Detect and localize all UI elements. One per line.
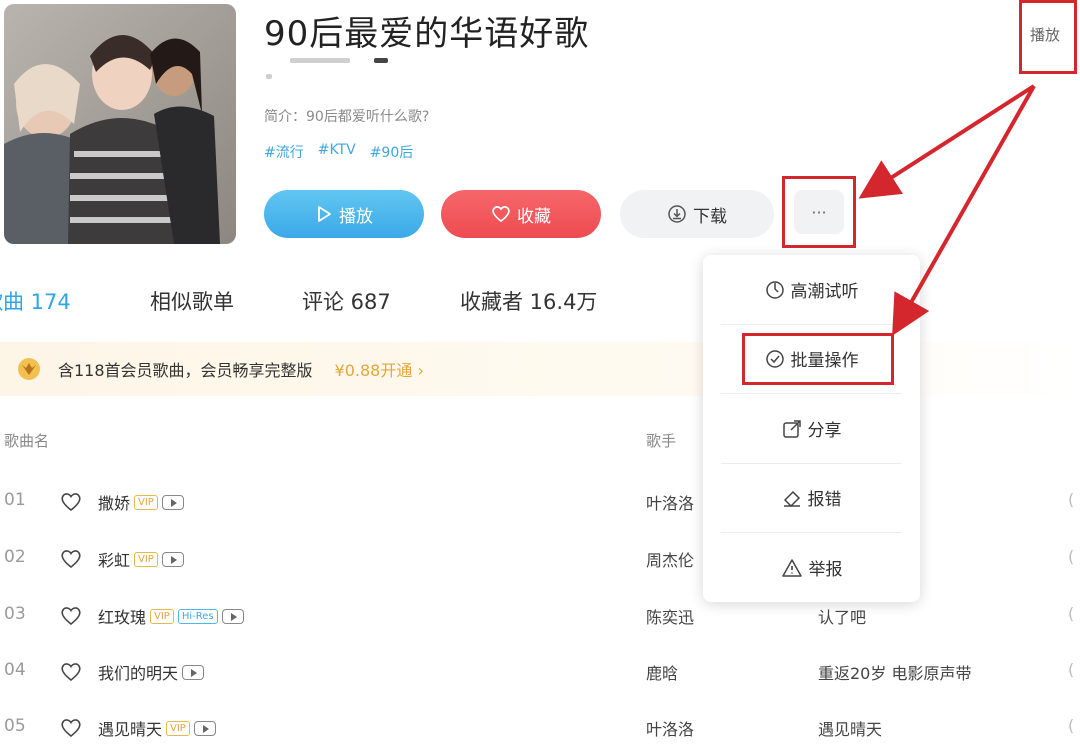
table-row[interactable]: 05 遇见晴天 VIP 叶洛洛 遇见晴天 (	[0, 700, 1080, 753]
song-name-cell: 彩虹 VIP	[98, 547, 184, 571]
vip-badge: VIP	[166, 720, 190, 736]
heart-icon	[492, 206, 510, 223]
vip-badge: VIP	[134, 494, 158, 510]
column-song-name[interactable]: 歌曲名	[4, 430, 49, 451]
artist-name[interactable]: 周杰伦	[646, 547, 694, 571]
vip-crown-icon	[18, 358, 40, 380]
song-name-cell: 红玫瑰 VIP Hi-Res	[98, 604, 244, 628]
mv-icon[interactable]	[221, 608, 244, 624]
heart-outline-icon[interactable]	[60, 718, 82, 738]
mv-icon[interactable]	[193, 720, 216, 736]
menu-item-report-error[interactable]: 报错	[703, 463, 920, 532]
tag[interactable]: #90后	[370, 142, 414, 162]
tag[interactable]: #流行	[264, 142, 304, 162]
collect-button[interactable]: 收藏	[441, 190, 601, 238]
annotation-box	[782, 176, 856, 248]
tab-comments[interactable]: 评论 687	[302, 286, 391, 316]
row-number: 02	[4, 547, 26, 567]
song-name-cell: 我们的明天	[98, 660, 205, 684]
download-label: 下载	[693, 206, 727, 227]
tab-collectors[interactable]: 收藏者 16.4万	[460, 286, 597, 316]
song-name[interactable]: 遇见晴天	[98, 716, 162, 740]
collect-label: 收藏	[517, 206, 551, 227]
menu-item-label: 报错	[807, 490, 842, 510]
mv-icon[interactable]	[161, 551, 184, 567]
vip-badge: VIP	[134, 551, 158, 567]
song-name[interactable]: 彩虹	[98, 547, 130, 571]
tab-similar[interactable]: 相似歌单	[150, 286, 234, 316]
table-row[interactable]: 04 我们的明天 鹿晗 重返20岁 电影原声带 (	[0, 644, 1080, 700]
song-name[interactable]: 我们的明天	[98, 660, 178, 684]
mv-icon[interactable]	[182, 664, 205, 680]
menu-item-label: 举报	[808, 560, 843, 580]
artist-name[interactable]: 叶洛洛	[646, 490, 694, 514]
song-name-cell: 遇见晴天 VIP	[98, 716, 216, 740]
row-number: 01	[4, 490, 26, 510]
download-icon	[668, 205, 686, 223]
row-number: 03	[4, 604, 26, 624]
mv-icon[interactable]	[161, 494, 184, 510]
hires-badge: Hi-Res	[177, 608, 218, 624]
menu-item-share[interactable]: 分享	[703, 394, 920, 463]
blurred-text	[290, 58, 350, 63]
song-name[interactable]: 红玫瑰	[98, 604, 146, 628]
playlist-tags: #流行 #KTV #90后	[264, 142, 413, 162]
eraser-icon	[783, 490, 800, 507]
annotation-box	[742, 333, 894, 385]
menu-item-label: 分享	[807, 421, 842, 441]
row-number: 05	[4, 716, 26, 736]
album-name[interactable]: 认了吧	[818, 604, 866, 628]
playlist-cover[interactable]	[4, 4, 236, 244]
playlist-intro: 简介：90后都爱听什么歌?	[264, 109, 430, 125]
album-name[interactable]: 遇见晴天	[818, 716, 882, 740]
share-icon	[782, 419, 801, 438]
tab-songs[interactable]: 歌曲 174	[0, 286, 71, 316]
row-edge-mark: (	[1068, 547, 1075, 566]
warning-icon	[781, 558, 802, 577]
more-menu: 高潮试听 批量操作 分享 报错 举报	[703, 255, 920, 602]
blurred-text	[374, 58, 388, 63]
annotation-box	[1019, 0, 1077, 74]
menu-item-report[interactable]: 举报	[703, 533, 920, 602]
row-edge-mark: (	[1068, 490, 1075, 509]
song-name[interactable]: 撒娇	[98, 490, 130, 514]
playlist-title: 90后最爱的华语好歌	[264, 14, 590, 54]
artist-name[interactable]: 鹿晗	[646, 660, 678, 684]
vip-banner-text: 含118首会员歌曲，会员畅享完整版	[58, 361, 313, 380]
artist-name[interactable]: 叶洛洛	[646, 716, 694, 740]
artist-name[interactable]: 陈奕迅	[646, 604, 694, 628]
column-artist[interactable]: 歌手	[646, 430, 676, 451]
play-button[interactable]: 播放	[264, 190, 424, 238]
vip-open-link[interactable]: ¥0.88开通 ›	[335, 357, 424, 381]
row-edge-mark: (	[1068, 716, 1075, 735]
tag[interactable]: #KTV	[318, 142, 356, 162]
row-number: 04	[4, 660, 26, 680]
highlight-preview-icon	[765, 280, 784, 299]
heart-outline-icon[interactable]	[60, 662, 82, 682]
row-edge-mark: (	[1068, 604, 1075, 623]
menu-item-label: 高潮试听	[790, 282, 859, 302]
heart-outline-icon[interactable]	[60, 606, 82, 626]
heart-outline-icon[interactable]	[60, 492, 82, 512]
vip-badge: VIP	[150, 608, 174, 624]
menu-item-highlight-preview[interactable]: 高潮试听	[703, 255, 920, 324]
album-name[interactable]: 重返20岁 电影原声带	[818, 660, 971, 684]
row-edge-mark: (	[1068, 660, 1075, 679]
play-icon	[318, 206, 331, 222]
play-label: 播放	[339, 206, 373, 227]
heart-outline-icon[interactable]	[60, 549, 82, 569]
blurred-text	[266, 74, 272, 79]
song-name-cell: 撒娇 VIP	[98, 490, 184, 514]
download-button[interactable]: 下载	[620, 190, 774, 238]
